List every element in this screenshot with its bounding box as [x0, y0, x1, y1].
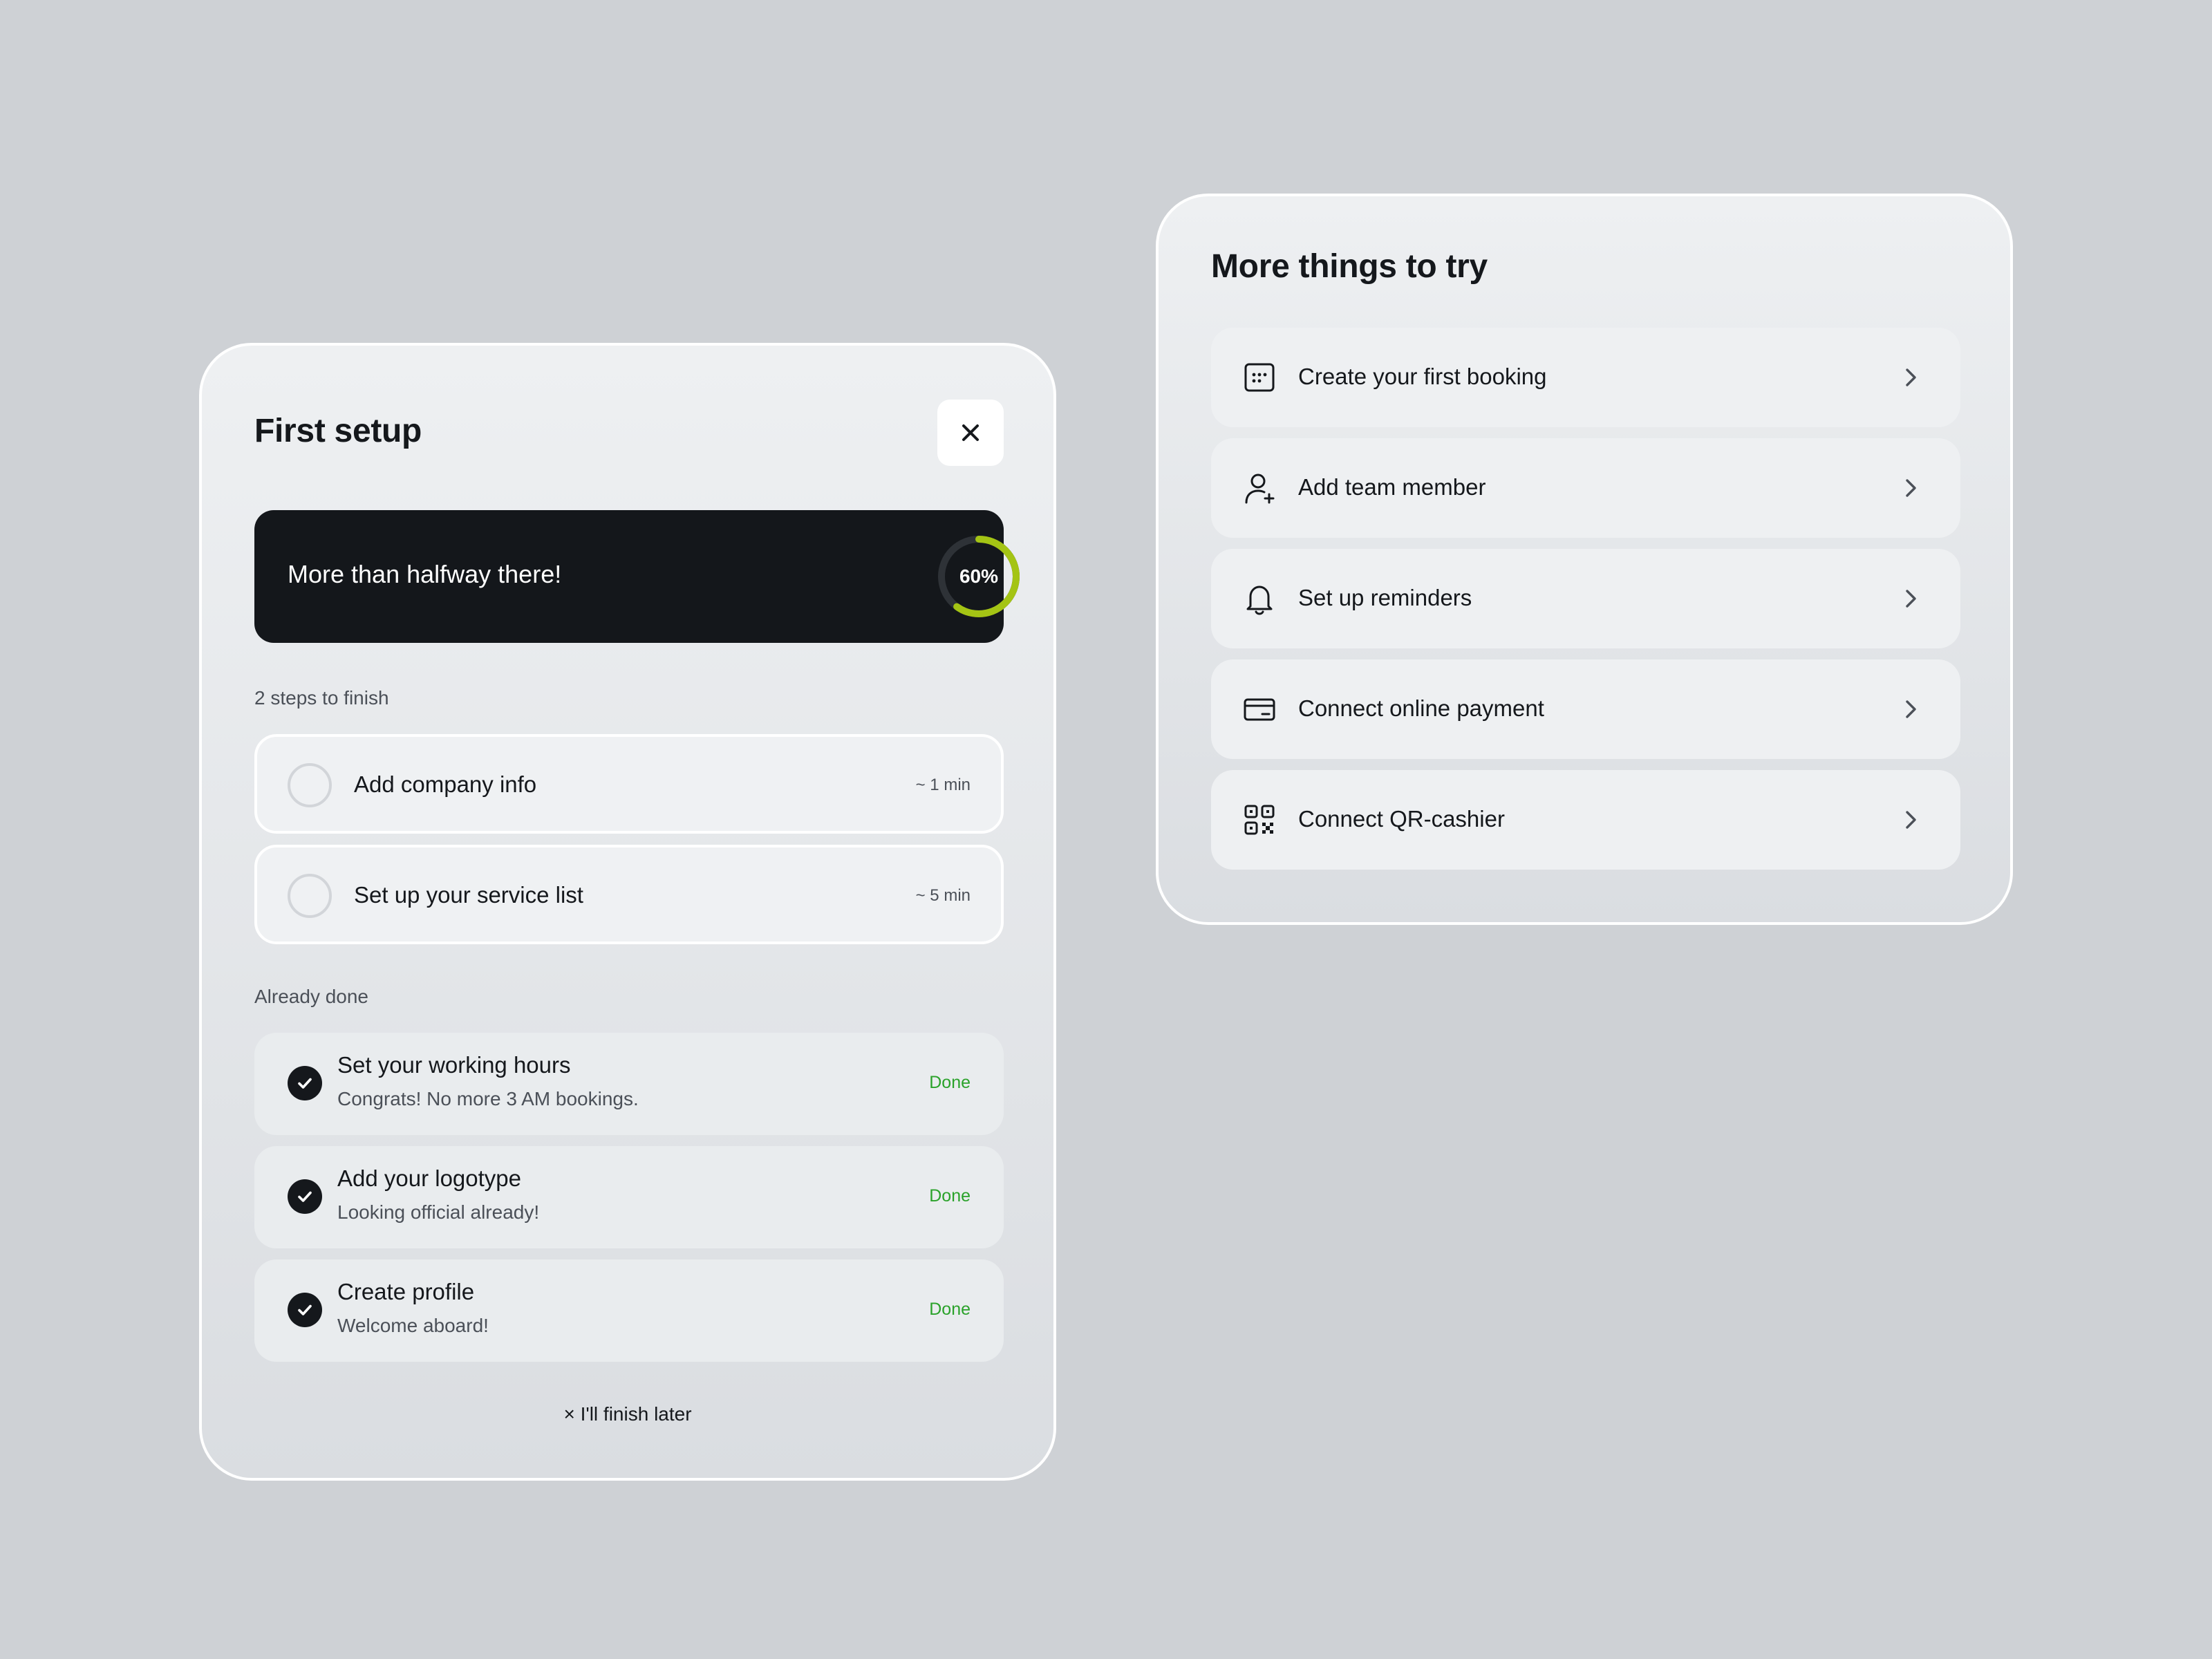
- more-things-card: More things to try Create your first boo…: [1156, 194, 2013, 925]
- try-item-qr-cashier[interactable]: Connect QR-cashier: [1211, 770, 1960, 870]
- try-item-label: Set up reminders: [1298, 585, 1472, 610]
- todo-checkbox[interactable]: [288, 874, 332, 918]
- done-title: Set your working hours: [337, 1052, 571, 1078]
- todo-label: Set up your service list: [354, 882, 583, 908]
- progress-percent: 60%: [959, 565, 999, 587]
- todo-item-company-info[interactable]: Add company info ~ 1 min: [254, 734, 1004, 834]
- todo-label: Add company info: [354, 771, 537, 797]
- try-item-team-member[interactable]: Add team member: [1211, 438, 1960, 538]
- done-status: Done: [929, 1073, 971, 1092]
- progress-ring: 60%: [936, 534, 1022, 619]
- first-setup-card: First setup More than halfway there! 60%…: [199, 343, 1056, 1481]
- check-icon: [288, 1179, 322, 1214]
- steps-remaining-label: 2 steps to finish: [254, 687, 389, 709]
- try-title: More things to try: [1211, 248, 1488, 285]
- todo-time: ~ 1 min: [915, 776, 971, 794]
- done-title: Add your logotype: [337, 1165, 522, 1191]
- try-item-label: Create your first booking: [1298, 364, 1547, 389]
- done-subtitle: Congrats! No more 3 AM bookings.: [337, 1088, 639, 1109]
- close-button[interactable]: [937, 400, 1004, 466]
- chevron-right-icon: [1897, 474, 1924, 502]
- progress-banner: More than halfway there! 60%: [254, 510, 1020, 643]
- try-item-first-booking[interactable]: Create your first booking: [1211, 328, 1960, 427]
- done-title: Create profile: [337, 1279, 475, 1304]
- close-icon: [962, 424, 979, 441]
- chevron-right-icon: [1897, 585, 1924, 612]
- try-item-reminders[interactable]: Set up reminders: [1211, 549, 1960, 648]
- chevron-right-icon: [1897, 695, 1924, 723]
- user-plus-icon: [1243, 471, 1276, 505]
- canvas: First setup More than halfway there! 60%…: [0, 0, 2212, 1659]
- todo-time: ~ 5 min: [915, 886, 971, 905]
- qr-code-icon: [1243, 803, 1276, 836]
- credit-card-icon: [1243, 693, 1276, 726]
- done-status: Done: [929, 1300, 971, 1319]
- try-item-label: Add team member: [1298, 474, 1486, 500]
- done-subtitle: Welcome aboard!: [337, 1315, 489, 1336]
- todo-checkbox[interactable]: [288, 763, 332, 807]
- calendar-icon: [1243, 361, 1276, 394]
- done-item-working-hours[interactable]: Set your working hours Congrats! No more…: [254, 1033, 1004, 1135]
- check-icon: [288, 1066, 322, 1100]
- check-icon: [288, 1293, 322, 1327]
- try-item-online-payment[interactable]: Connect online payment: [1211, 659, 1960, 759]
- finish-later-link[interactable]: × I'll finish later: [202, 1403, 1053, 1425]
- try-item-label: Connect online payment: [1298, 695, 1544, 721]
- done-item-profile[interactable]: Create profile Welcome aboard! Done: [254, 1259, 1004, 1362]
- progress-message: More than halfway there!: [288, 560, 562, 588]
- todo-item-service-list[interactable]: Set up your service list ~ 5 min: [254, 845, 1004, 944]
- chevron-right-icon: [1897, 806, 1924, 834]
- done-item-logotype[interactable]: Add your logotype Looking official alrea…: [254, 1146, 1004, 1248]
- try-item-label: Connect QR-cashier: [1298, 806, 1505, 832]
- chevron-right-icon: [1897, 364, 1924, 391]
- done-subtitle: Looking official already!: [337, 1201, 540, 1223]
- already-done-label: Already done: [254, 986, 369, 1007]
- bell-icon: [1243, 582, 1276, 615]
- setup-title: First setup: [254, 413, 422, 449]
- done-status: Done: [929, 1186, 971, 1206]
